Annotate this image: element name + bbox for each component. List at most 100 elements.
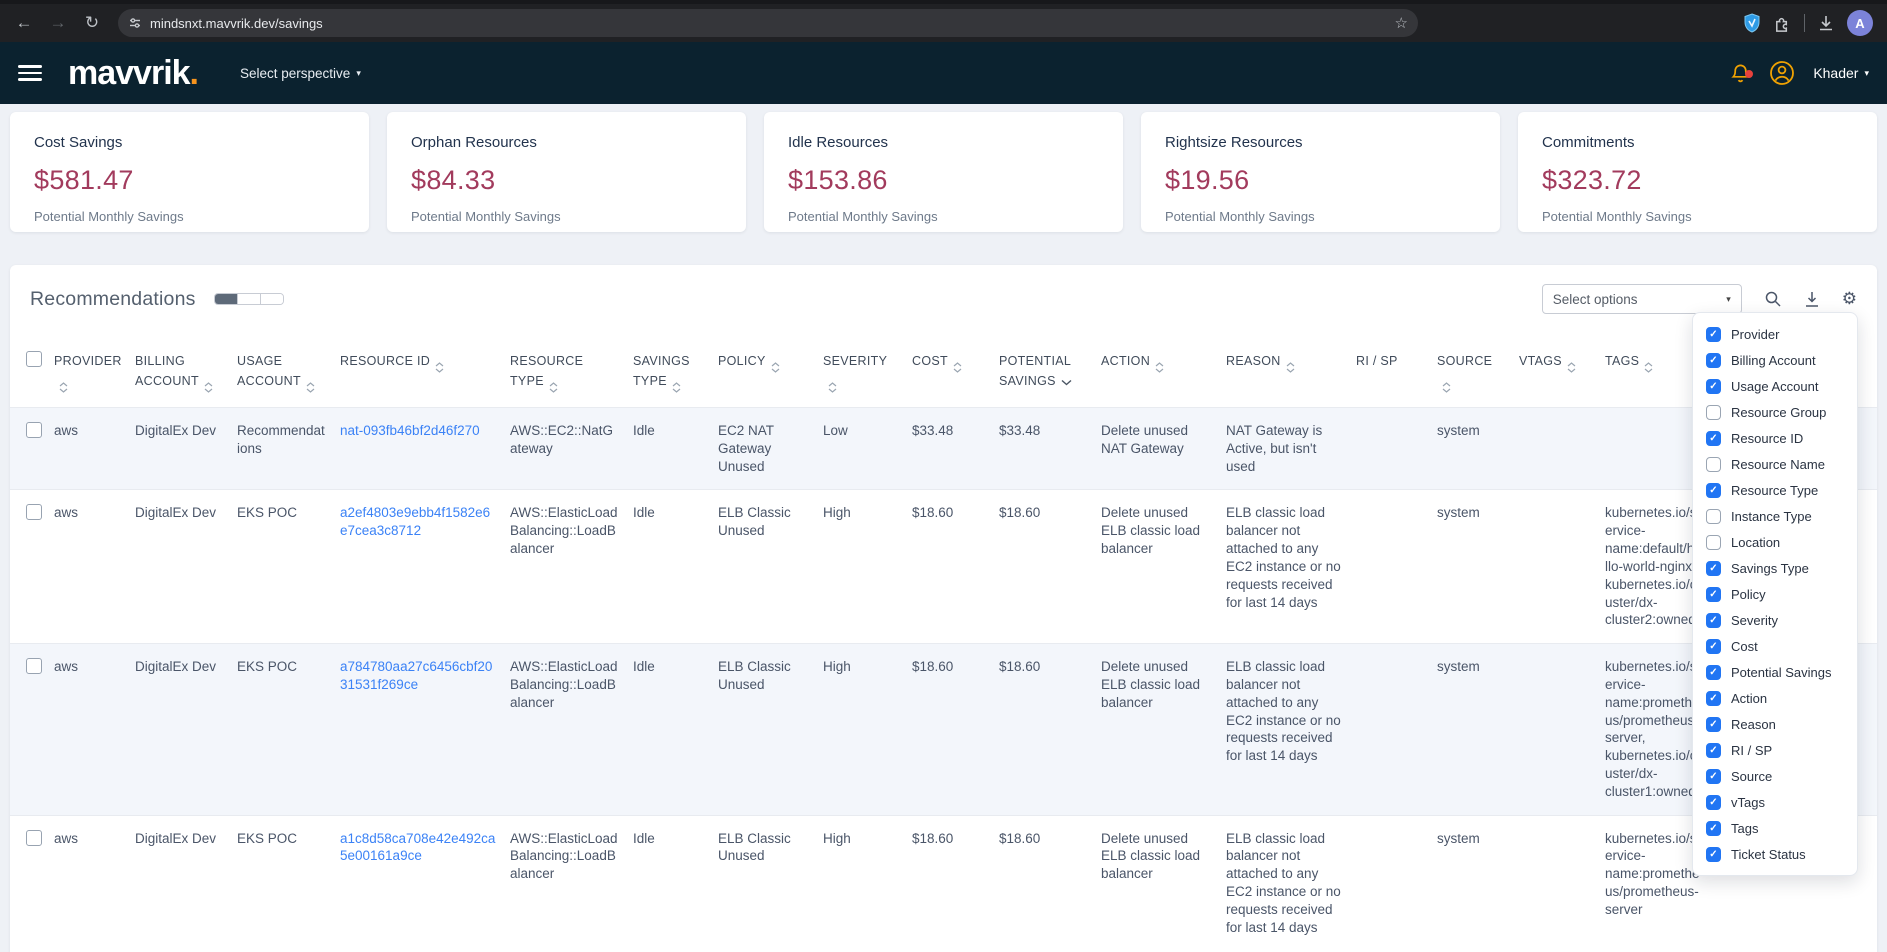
row-checkbox[interactable]: [10, 490, 54, 644]
column-header[interactable]: Usage Account: [237, 331, 340, 408]
column-menu-item[interactable]: RI / SP: [1693, 737, 1857, 763]
reload-icon[interactable]: ↻: [78, 9, 106, 37]
checkbox-icon[interactable]: [1706, 327, 1721, 342]
column-header[interactable]: Source: [1437, 331, 1519, 408]
url-text[interactable]: mindsnxt.mavvrik.dev/savings: [150, 16, 1387, 31]
column-header[interactable]: RI / SP: [1356, 331, 1437, 408]
column-header[interactable]: Severity: [823, 331, 912, 408]
checkbox-icon[interactable]: [1706, 483, 1721, 498]
cell-cost: $18.60: [912, 815, 999, 950]
cell-usage-account: EKS POC: [237, 490, 340, 644]
column-header[interactable]: Resource ID: [340, 331, 510, 408]
checkbox-icon[interactable]: [1706, 665, 1721, 680]
resource-id-link[interactable]: a2ef4803e9ebb4f1582e6e7cea3c8712: [340, 505, 490, 538]
checkbox-icon[interactable]: [1706, 691, 1721, 706]
column-menu-item[interactable]: Cost: [1693, 633, 1857, 659]
search-icon[interactable]: [1764, 290, 1782, 308]
settings-gear-icon[interactable]: ⚙: [1842, 289, 1857, 309]
select-options-dropdown[interactable]: Select options ▾: [1542, 284, 1742, 314]
checkbox-icon[interactable]: [1706, 795, 1721, 810]
checkbox-icon[interactable]: [1706, 743, 1721, 758]
tab-muted[interactable]: [261, 294, 283, 304]
resource-id-link[interactable]: a784780aa27c6456cbf2031531f269ce: [340, 659, 492, 692]
checkbox-icon[interactable]: [1706, 587, 1721, 602]
column-menu-item[interactable]: Tags: [1693, 815, 1857, 841]
column-menu-item[interactable]: Reason: [1693, 711, 1857, 737]
column-menu-item[interactable]: Billing Account: [1693, 347, 1857, 373]
downloads-icon[interactable]: [1817, 14, 1835, 32]
column-menu-item[interactable]: vTags: [1693, 789, 1857, 815]
cell-reason: NAT Gateway is Active, but isn't used: [1226, 408, 1356, 490]
user-menu[interactable]: Khader▾: [1813, 65, 1869, 81]
select-all-checkbox[interactable]: [10, 331, 54, 408]
column-header[interactable]: Resource Type: [510, 331, 633, 408]
column-menu-item[interactable]: Action: [1693, 685, 1857, 711]
column-menu-item[interactable]: Source: [1693, 763, 1857, 789]
checkbox-icon[interactable]: [1706, 769, 1721, 784]
summary-card: Cost Savings $581.47 Potential Monthly S…: [10, 112, 369, 232]
column-header[interactable]: Billing Account: [135, 331, 237, 408]
column-menu-item[interactable]: Severity: [1693, 607, 1857, 633]
column-header[interactable]: Potential Savings: [999, 331, 1101, 408]
tab-resources[interactable]: [215, 294, 238, 304]
sort-icon: [771, 362, 780, 373]
checkbox-icon[interactable]: [1706, 405, 1721, 420]
column-menu-item[interactable]: Ticket Status: [1693, 841, 1857, 867]
notifications-bell-icon[interactable]: [1730, 62, 1751, 84]
shield-extension-icon[interactable]: [1743, 13, 1761, 33]
download-icon[interactable]: [1804, 291, 1820, 308]
checkbox-icon[interactable]: [1706, 535, 1721, 550]
column-header[interactable]: Policy: [718, 331, 823, 408]
column-header[interactable]: Savings Type: [633, 331, 718, 408]
menu-hamburger-icon[interactable]: [18, 65, 42, 81]
column-menu-label: Savings Type: [1731, 561, 1809, 576]
site-info-icon[interactable]: [128, 16, 142, 30]
forward-icon[interactable]: →: [44, 9, 72, 37]
column-menu-item[interactable]: Instance Type: [1693, 503, 1857, 529]
column-menu-item[interactable]: Resource Group: [1693, 399, 1857, 425]
address-bar[interactable]: mindsnxt.mavvrik.dev/savings ☆: [118, 9, 1418, 37]
checkbox-icon[interactable]: [1706, 379, 1721, 394]
checkbox-icon[interactable]: [1706, 431, 1721, 446]
checkbox-icon[interactable]: [1706, 639, 1721, 654]
column-menu-item[interactable]: Policy: [1693, 581, 1857, 607]
cell-provider: aws: [54, 644, 135, 816]
back-icon[interactable]: ←: [10, 9, 38, 37]
checkbox-icon[interactable]: [1706, 457, 1721, 472]
column-menu-item[interactable]: Resource Name: [1693, 451, 1857, 477]
column-header[interactable]: Cost: [912, 331, 999, 408]
browser-profile-avatar[interactable]: A: [1847, 10, 1873, 36]
row-checkbox[interactable]: [10, 644, 54, 816]
checkbox-icon[interactable]: [1706, 353, 1721, 368]
column-menu-item[interactable]: Resource ID: [1693, 425, 1857, 451]
column-header[interactable]: VTags: [1519, 331, 1605, 408]
checkbox-icon[interactable]: [1706, 847, 1721, 862]
column-header[interactable]: Provider: [54, 331, 135, 408]
mavvrik-logo[interactable]: mavvrik.: [68, 54, 198, 93]
checkbox-icon[interactable]: [1706, 509, 1721, 524]
column-menu-item[interactable]: Usage Account: [1693, 373, 1857, 399]
bookmark-star-icon[interactable]: ☆: [1395, 14, 1408, 32]
column-menu-item[interactable]: Savings Type: [1693, 555, 1857, 581]
sort-icon: [1567, 362, 1576, 373]
column-header[interactable]: Reason: [1226, 331, 1356, 408]
column-chooser-menu: Provider Billing Account Usage Account R…: [1692, 312, 1858, 876]
resource-id-link[interactable]: a1c8d58ca708e42e492ca5e00161a9ce: [340, 831, 495, 864]
checkbox-icon[interactable]: [1706, 561, 1721, 576]
column-menu-item[interactable]: Potential Savings: [1693, 659, 1857, 685]
select-perspective-dropdown[interactable]: Select perspective▾: [240, 66, 361, 81]
row-checkbox[interactable]: [10, 815, 54, 950]
row-checkbox[interactable]: [10, 408, 54, 490]
column-header[interactable]: Action: [1101, 331, 1226, 408]
checkbox-icon[interactable]: [1706, 821, 1721, 836]
resource-id-link[interactable]: nat-093fb46bf2d46f270: [340, 423, 480, 438]
extensions-puzzle-icon[interactable]: [1773, 14, 1792, 33]
column-menu-item[interactable]: Provider: [1693, 321, 1857, 347]
user-profile-icon[interactable]: [1769, 60, 1795, 86]
column-menu-item[interactable]: Resource Type: [1693, 477, 1857, 503]
tab-commitments[interactable]: [238, 294, 261, 304]
checkbox-icon[interactable]: [1706, 613, 1721, 628]
sort-desc-icon: [1061, 379, 1072, 386]
column-menu-item[interactable]: Location: [1693, 529, 1857, 555]
checkbox-icon[interactable]: [1706, 717, 1721, 732]
